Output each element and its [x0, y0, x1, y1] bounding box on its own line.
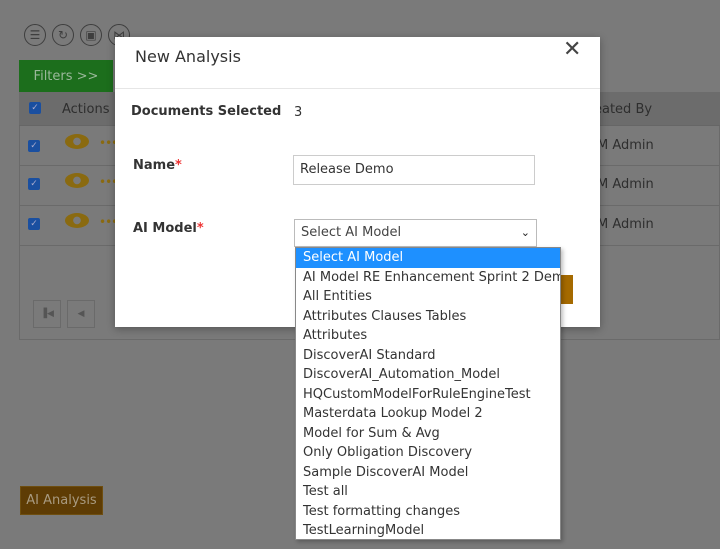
dropdown-option[interactable]: Model for Sum & Avg	[296, 424, 560, 444]
select-all-checkbox[interactable]: ✓	[29, 102, 41, 114]
documents-selected-value: 3	[294, 105, 303, 120]
name-input[interactable]: Release Demo	[293, 155, 535, 185]
dropdown-option[interactable]: Sample DiscoverAI Model	[296, 463, 560, 483]
created-by: M Admin	[597, 177, 654, 192]
refresh-icon[interactable]: ↻	[52, 24, 74, 46]
dropdown-option[interactable]: Attributes	[296, 326, 560, 346]
ai-model-dropdown[interactable]: Select AI Model AI Model RE Enhancement S…	[295, 247, 561, 540]
ai-model-label: AI Model*	[133, 221, 204, 236]
header-created-by: eated By	[594, 102, 653, 117]
row-checkbox[interactable]: ✓	[28, 140, 40, 152]
created-by: M Admin	[597, 217, 654, 232]
dropdown-option[interactable]: DiscoverAI Standard	[296, 346, 560, 366]
dropdown-option[interactable]: DiscoverAI_Automation_Model	[296, 365, 560, 385]
dropdown-option[interactable]: TestLearningModel	[296, 521, 560, 541]
first-page-button[interactable]: ▐◀	[33, 300, 61, 328]
dropdown-option[interactable]: HQCustomModelForRuleEngineTest	[296, 385, 560, 405]
eye-icon[interactable]: ●	[65, 213, 89, 228]
filters-button[interactable]: Filters >>	[19, 60, 113, 92]
row-checkbox[interactable]: ✓	[28, 218, 40, 230]
dropdown-option[interactable]: AI Model RE Enhancement Sprint 2 Demo	[296, 268, 560, 288]
name-label-text: Name	[133, 158, 176, 173]
documents-selected-label: Documents Selected	[131, 104, 282, 119]
ai-model-select[interactable]: Select AI Model ⌄	[294, 219, 537, 247]
header-actions: Actions	[62, 102, 110, 117]
dropdown-option[interactable]: Only Obligation Discovery	[296, 443, 560, 463]
dropdown-option[interactable]: Attributes Clauses Tables	[296, 307, 560, 327]
prev-page-button[interactable]: ◀	[67, 300, 95, 328]
ai-analysis-button[interactable]: AI Analysis	[20, 486, 103, 515]
dropdown-option[interactable]: Masterdata Lookup Model 2	[296, 404, 560, 424]
dropdown-option[interactable]: All Entities	[296, 287, 560, 307]
dropdown-option[interactable]: Select AI Model	[296, 248, 560, 268]
created-by: M Admin	[597, 138, 654, 153]
row-checkbox[interactable]: ✓	[28, 178, 40, 190]
required-mark: *	[175, 158, 182, 173]
dropdown-option[interactable]: Test formatting changes	[296, 502, 560, 522]
required-mark: *	[196, 221, 204, 236]
eye-icon[interactable]: ●	[65, 173, 89, 188]
export-icon[interactable]: ▣	[80, 24, 102, 46]
divider	[115, 88, 600, 89]
eye-icon[interactable]: ●	[65, 134, 89, 149]
close-icon[interactable]: ✕	[563, 37, 581, 62]
dropdown-option[interactable]: Test all	[296, 482, 560, 502]
ai-model-label-text: AI Model	[133, 221, 197, 236]
ai-model-selected: Select AI Model	[301, 225, 402, 240]
modal-title: New Analysis	[135, 47, 241, 66]
chevron-down-icon: ⌄	[520, 226, 530, 239]
list-icon[interactable]: ☰	[24, 24, 46, 46]
name-label: Name*	[133, 158, 182, 173]
